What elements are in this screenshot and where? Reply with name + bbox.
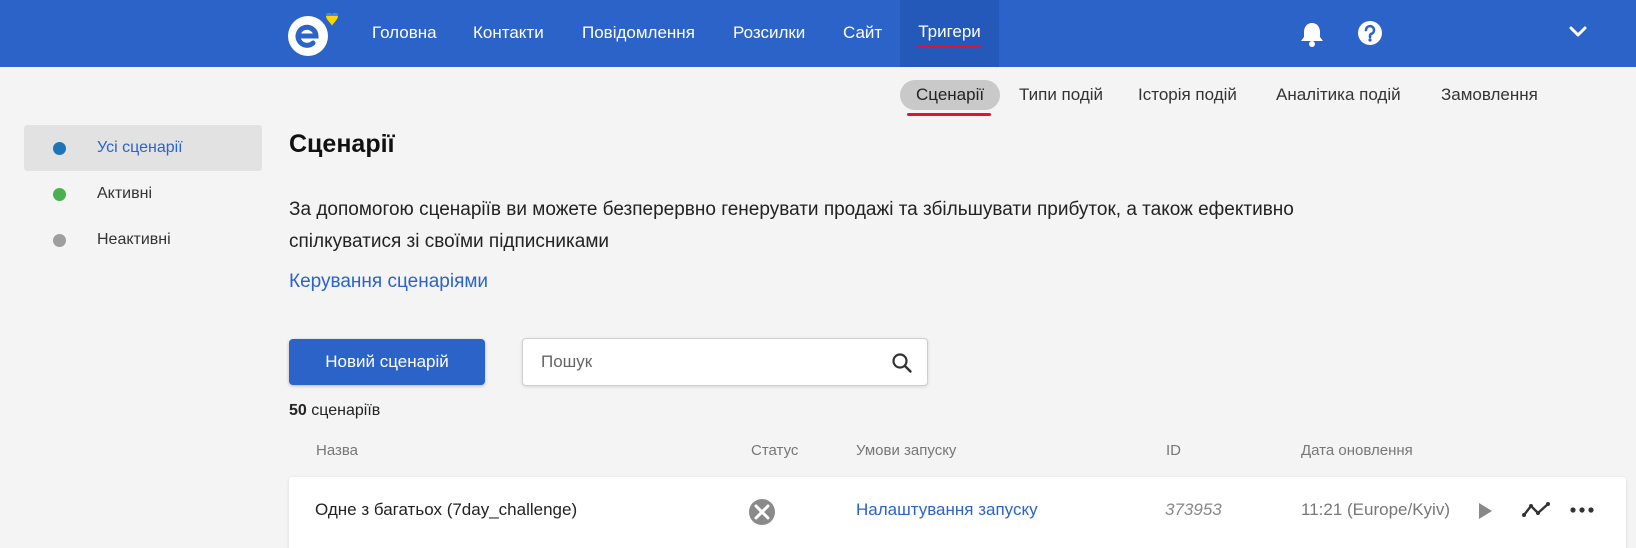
- subnav-event-types[interactable]: Типи подій: [1019, 80, 1103, 110]
- launch-settings-link[interactable]: Налаштування запуску: [856, 500, 1038, 520]
- subnav-event-history[interactable]: Історія подій: [1138, 80, 1237, 110]
- scenario-name[interactable]: Одне з багатьох (7day_challenge): [315, 500, 577, 520]
- nav-contacts[interactable]: Контакти: [473, 0, 544, 67]
- search-icon[interactable]: [891, 352, 913, 374]
- column-header-status[interactable]: Статус: [751, 442, 798, 459]
- sidebar-item-active[interactable]: Активні: [24, 171, 262, 217]
- status-dot-blue-icon: [53, 142, 66, 155]
- subnav-orders[interactable]: Замовлення: [1441, 80, 1538, 110]
- nav-site[interactable]: Сайт: [843, 0, 882, 67]
- scenario-count: 50 сценаріїв: [289, 402, 380, 420]
- active-subnav-underline: [907, 113, 991, 116]
- top-navigation-bar: Головна Контакти Повідомлення Розсилки С…: [0, 0, 1636, 67]
- status-dot-green-icon: [53, 188, 66, 201]
- new-scenario-button[interactable]: Новий сценарій: [289, 339, 485, 385]
- search-box: [522, 338, 928, 386]
- column-header-launch-conditions[interactable]: Умови запуску: [856, 442, 956, 459]
- scenario-count-label: сценаріїв: [311, 402, 381, 419]
- sidebar-item-all-scenarios[interactable]: Усі сценарії: [24, 125, 262, 171]
- analytics-icon[interactable]: [1522, 501, 1550, 519]
- page-title: Сценарії: [289, 130, 395, 158]
- status-dot-gray-icon: [53, 234, 66, 247]
- scenario-id: 373953: [1165, 500, 1222, 519]
- table-row[interactable]: Одне з багатьох (7day_challenge) Налашту…: [289, 477, 1626, 548]
- more-options-icon[interactable]: [1570, 506, 1594, 514]
- nav-mailings[interactable]: Розсилки: [733, 0, 805, 67]
- page-description: За допомогою сценаріїв ви можете безпере…: [289, 199, 1294, 252]
- column-header-updated-date[interactable]: Дата оновлення: [1301, 442, 1413, 459]
- column-header-name[interactable]: Назва: [316, 442, 358, 459]
- sidebar-item-inactive[interactable]: Неактивні: [24, 217, 262, 263]
- updated-date: 11:21 (Europe/Kyiv): [1301, 500, 1450, 519]
- sidebar-item-label: Активні: [97, 185, 153, 202]
- scenario-count-number: 50: [289, 402, 307, 419]
- logo-icon[interactable]: [286, 8, 352, 58]
- nav-triggers-label: Тригери: [918, 22, 981, 41]
- nav-messages[interactable]: Повідомлення: [582, 0, 695, 67]
- search-input[interactable]: [541, 339, 871, 385]
- play-icon[interactable]: [1477, 501, 1493, 521]
- manage-scenarios-link[interactable]: Керування сценаріями: [289, 271, 488, 293]
- nav-home[interactable]: Головна: [372, 0, 437, 67]
- sidebar-item-label: Усі сценарії: [97, 139, 183, 156]
- column-header-id[interactable]: ID: [1166, 442, 1181, 459]
- status-disabled-icon[interactable]: [748, 498, 776, 526]
- sidebar-item-label: Неактивні: [97, 231, 171, 248]
- help-icon[interactable]: [1357, 20, 1383, 46]
- subnav-scenarios[interactable]: Сценарії: [900, 80, 1001, 110]
- active-nav-underline: [918, 45, 981, 48]
- chevron-down-icon[interactable]: [1569, 26, 1587, 38]
- subnav-event-analytics[interactable]: Аналітика подій: [1276, 80, 1401, 110]
- bell-icon[interactable]: [1300, 21, 1324, 47]
- nav-triggers[interactable]: Тригери: [900, 0, 999, 67]
